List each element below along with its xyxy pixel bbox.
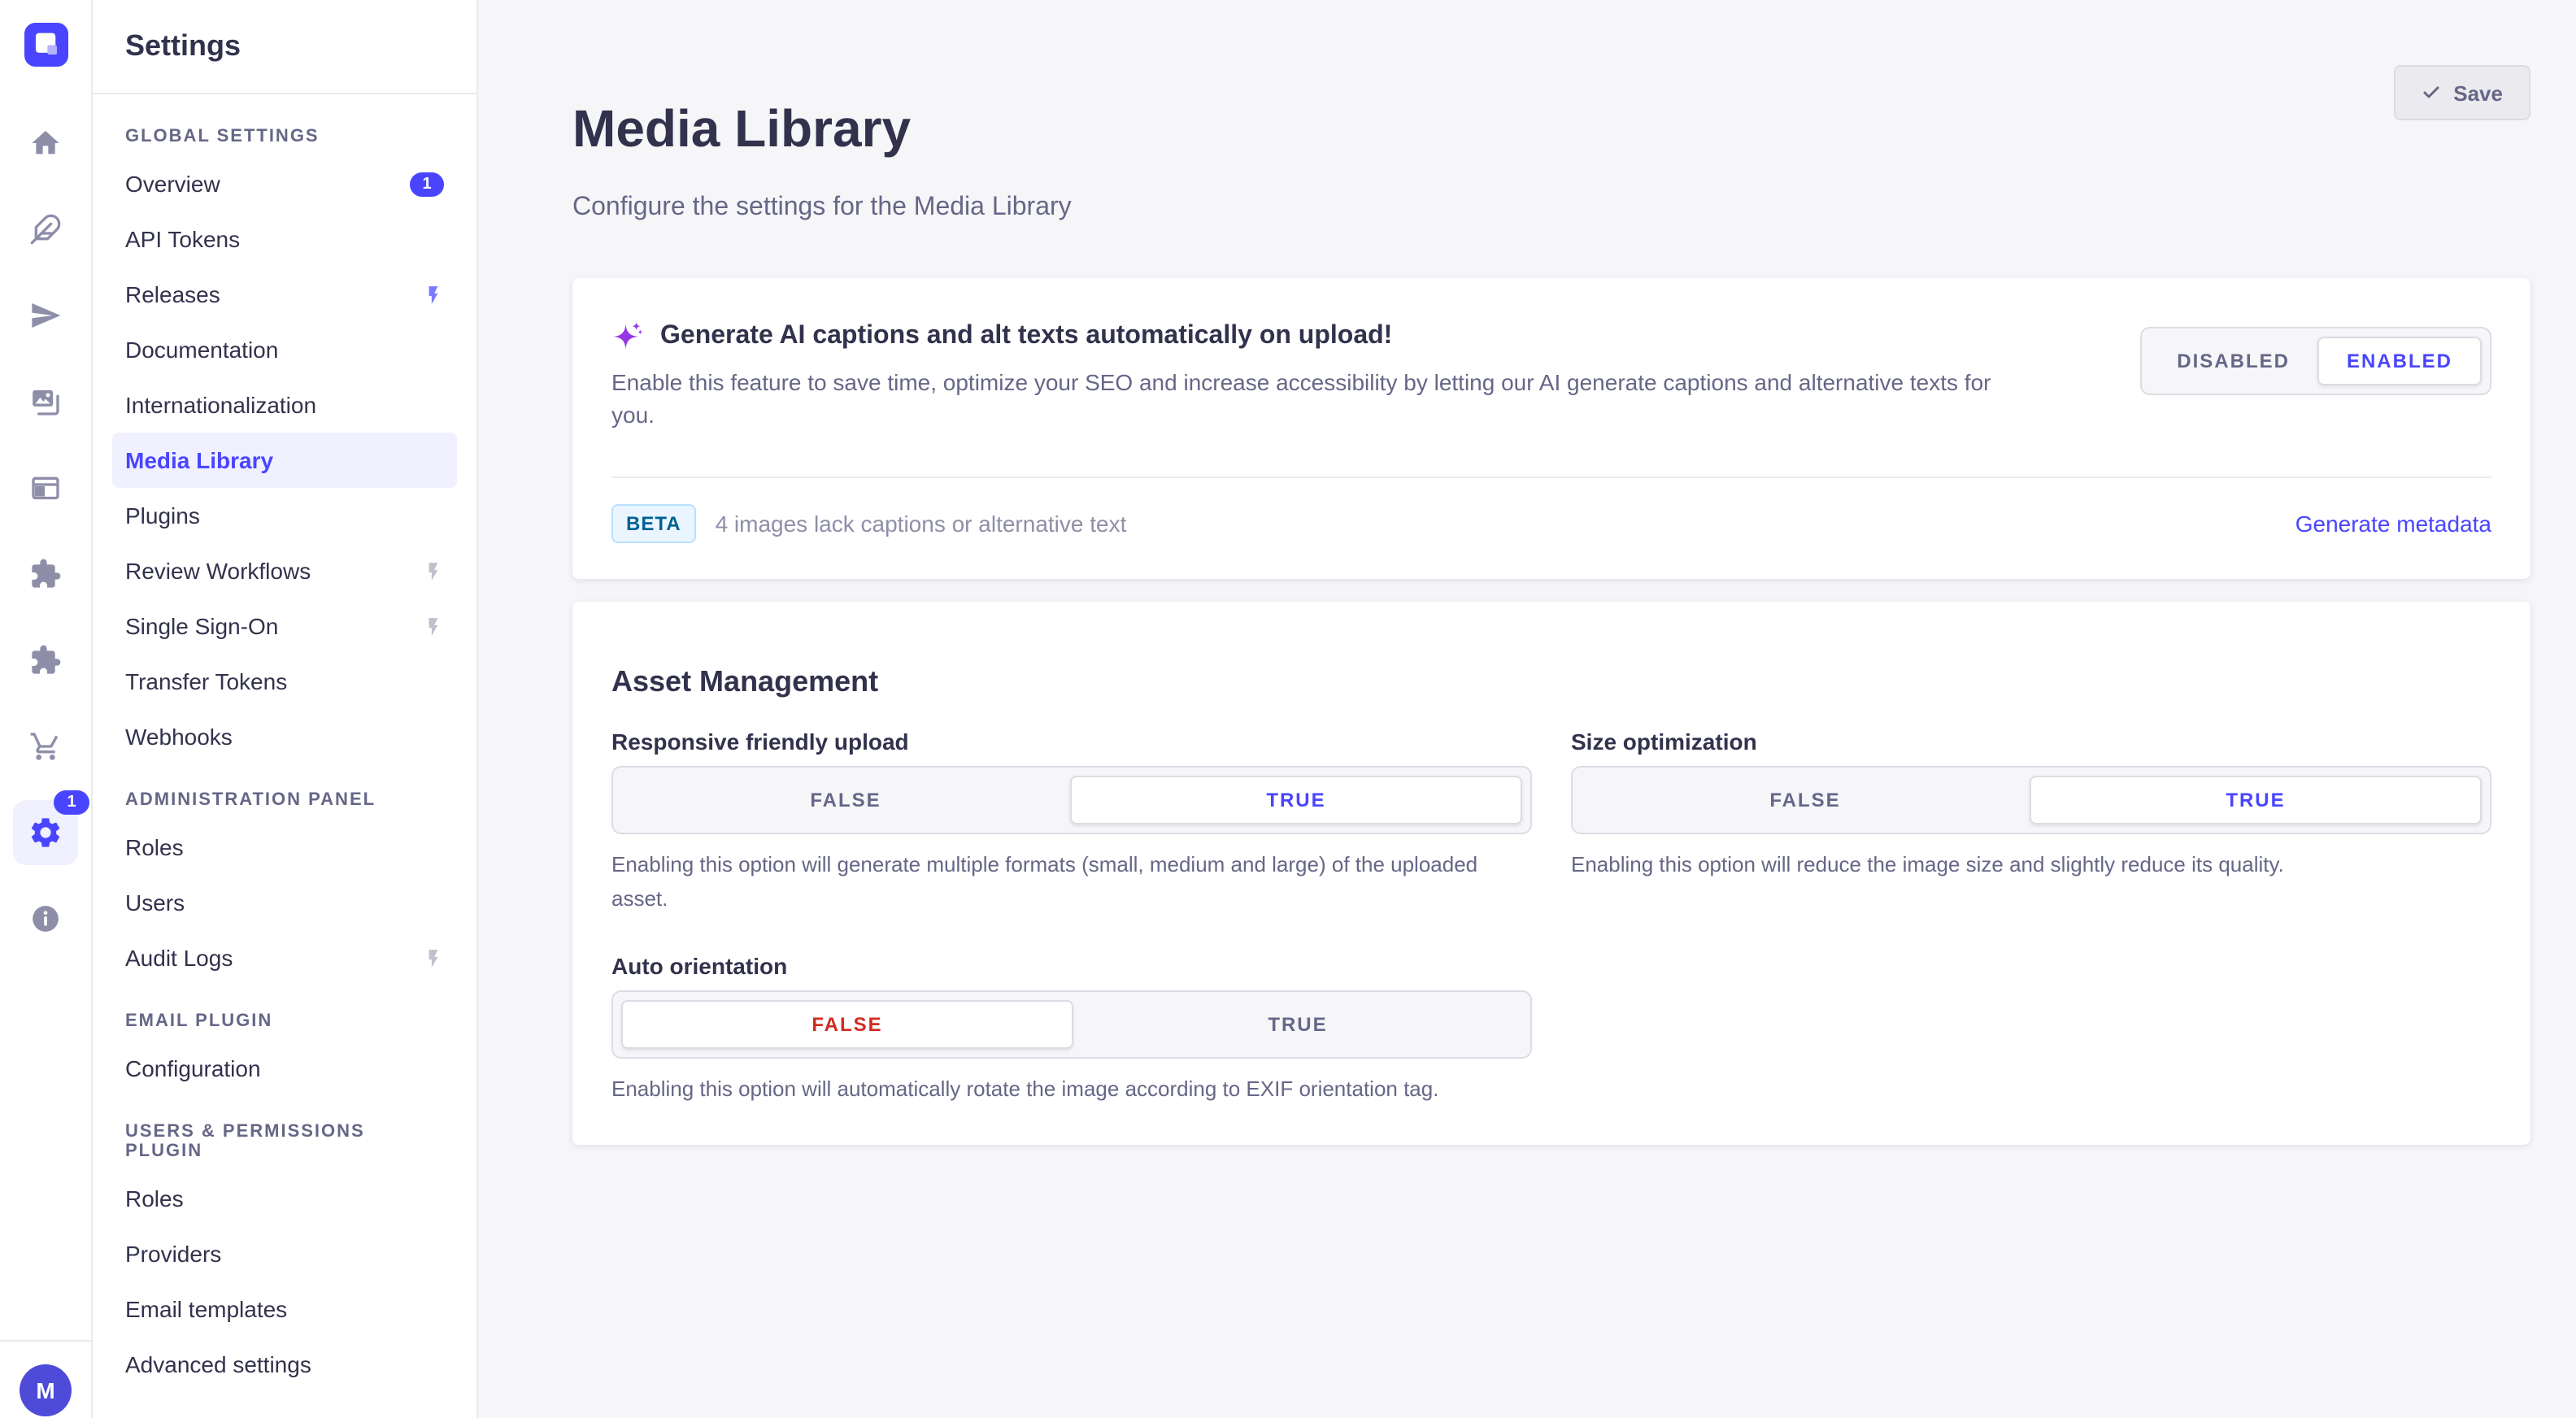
asset-management-title: Asset Management [611, 662, 2491, 701]
enabled-option[interactable]: ENABLED [2317, 337, 2482, 385]
sidebar-item-plugins[interactable]: Plugins [112, 488, 457, 543]
true-option[interactable]: TRUE [1073, 1000, 1522, 1049]
settings-notification-badge: 1 [54, 790, 89, 815]
images-icon[interactable] [13, 369, 78, 434]
settings-subnav: Settings GLOBAL SETTINGS Overview 1 API … [93, 0, 478, 1418]
sidebar-item-overview[interactable]: Overview 1 [112, 156, 457, 211]
field-description: Enabling this option will reduce the ima… [1571, 847, 2491, 881]
lightning-icon [423, 560, 444, 581]
sidebar-item-audit-logs[interactable]: Audit Logs [112, 930, 457, 985]
sparkles-icon [611, 320, 644, 353]
avatar[interactable]: M [20, 1364, 72, 1416]
sidebar-item-media-library[interactable]: Media Library [112, 433, 457, 488]
size-optimization-toggle: FALSE TRUE [1571, 766, 2491, 834]
false-option[interactable]: FALSE [1581, 776, 2030, 824]
app-window: 1 M Settings GLOBAL SETTINGS Overview 1 … [0, 0, 2576, 1418]
false-option[interactable]: FALSE [621, 1000, 1073, 1049]
lightning-icon [423, 284, 444, 305]
sidebar-item-up-roles[interactable]: Roles [112, 1171, 457, 1226]
auto-orientation-field: Auto orientation FALSE TRUE Enabling thi… [611, 951, 1532, 1106]
banner-description: Enable this feature to save time, optimi… [611, 366, 2018, 431]
sidebar-item-internationalization[interactable]: Internationalization [112, 377, 457, 433]
sidebar-item-releases[interactable]: Releases [112, 267, 457, 322]
asset-management-card: Asset Management Responsive friendly upl… [572, 602, 2530, 1145]
section-label-global-settings: GLOBAL SETTINGS [125, 127, 444, 146]
section-label-email-plugin: EMAIL PLUGIN [125, 1011, 444, 1031]
generate-metadata-link[interactable]: Generate metadata [2295, 511, 2491, 537]
rail-divider [0, 1340, 91, 1342]
send-icon[interactable] [13, 283, 78, 348]
info-icon[interactable] [13, 886, 78, 951]
gear-icon[interactable]: 1 [13, 800, 78, 865]
overview-count-badge: 1 [410, 172, 444, 196]
sidebar-item-webhooks[interactable]: Webhooks [112, 709, 457, 764]
sidebar-item-review-workflows[interactable]: Review Workflows [112, 543, 457, 598]
puzzle-icon[interactable] [13, 542, 78, 607]
page-header: Media Library Configure the settings for… [572, 65, 2530, 223]
disabled-option[interactable]: DISABLED [2149, 337, 2317, 385]
true-option[interactable]: TRUE [1070, 776, 1522, 824]
home-icon[interactable] [13, 111, 78, 176]
section-label-administration-panel: ADMINISTRATION PANEL [125, 790, 444, 810]
sidebar-item-single-sign-on[interactable]: Single Sign-On [112, 598, 457, 654]
page-title: Media Library [572, 100, 1072, 159]
lightning-icon [423, 947, 444, 968]
field-label: Responsive friendly upload [611, 727, 1532, 756]
beta-badge: BETA [611, 504, 696, 543]
icon-rail: 1 M [0, 0, 93, 1418]
sidebar-item-email-configuration[interactable]: Configuration [112, 1041, 457, 1096]
feather-icon[interactable] [13, 197, 78, 262]
save-button[interactable]: Save [2393, 65, 2530, 120]
responsive-friendly-upload-field: Responsive friendly upload FALSE TRUE En… [611, 727, 1532, 916]
section-label-users-permissions-plugin: USERS & PERMISSIONS PLUGIN [125, 1122, 444, 1161]
layout-icon[interactable] [13, 455, 78, 520]
banner-top: Generate AI captions and alt texts autom… [572, 278, 2530, 476]
responsive-upload-toggle: FALSE TRUE [611, 766, 1532, 834]
field-description: Enabling this option will generate multi… [611, 847, 1532, 916]
subnav-body: GLOBAL SETTINGS Overview 1 API Tokens Re… [93, 94, 476, 1392]
asset-fields-grid: Responsive friendly upload FALSE TRUE En… [611, 727, 2491, 1106]
page-subtitle: Configure the settings for the Media Lib… [572, 194, 1072, 223]
sidebar-item-admin-users[interactable]: Users [112, 875, 457, 930]
subnav-title: Settings [93, 0, 476, 94]
size-optimization-field: Size optimization FALSE TRUE Enabling th… [1571, 727, 2491, 916]
lightning-icon [423, 615, 444, 637]
ai-captions-toggle: DISABLED ENABLED [2139, 327, 2491, 395]
banner-footer: BETA 4 images lack captions or alternati… [572, 478, 2530, 579]
sidebar-item-advanced-settings[interactable]: Advanced settings [112, 1337, 457, 1392]
sidebar-item-transfer-tokens[interactable]: Transfer Tokens [112, 654, 457, 709]
field-description: Enabling this option will automatically … [611, 1072, 1532, 1106]
field-label: Auto orientation [611, 951, 1532, 981]
strapi-logo[interactable] [24, 23, 67, 67]
sidebar-item-email-templates[interactable]: Email templates [112, 1281, 457, 1337]
false-option[interactable]: FALSE [621, 776, 1070, 824]
cart-icon[interactable] [13, 714, 78, 779]
banner-title: Generate AI captions and alt texts autom… [660, 320, 1392, 353]
auto-orientation-toggle: FALSE TRUE [611, 990, 1532, 1059]
field-label: Size optimization [1571, 727, 2491, 756]
rail-icon-list: 1 [13, 111, 78, 972]
check-icon [2421, 83, 2440, 102]
puzzle-icon[interactable] [13, 628, 78, 693]
sidebar-item-admin-roles[interactable]: Roles [112, 820, 457, 875]
main-content: Media Library Configure the settings for… [478, 0, 2576, 1418]
true-option[interactable]: TRUE [2030, 776, 2482, 824]
sidebar-item-api-tokens[interactable]: API Tokens [112, 211, 457, 267]
missing-captions-status: 4 images lack captions or alternative te… [716, 511, 2295, 537]
sidebar-item-documentation[interactable]: Documentation [112, 322, 457, 377]
ai-captions-banner: Generate AI captions and alt texts autom… [572, 278, 2530, 579]
sidebar-item-providers[interactable]: Providers [112, 1226, 457, 1281]
